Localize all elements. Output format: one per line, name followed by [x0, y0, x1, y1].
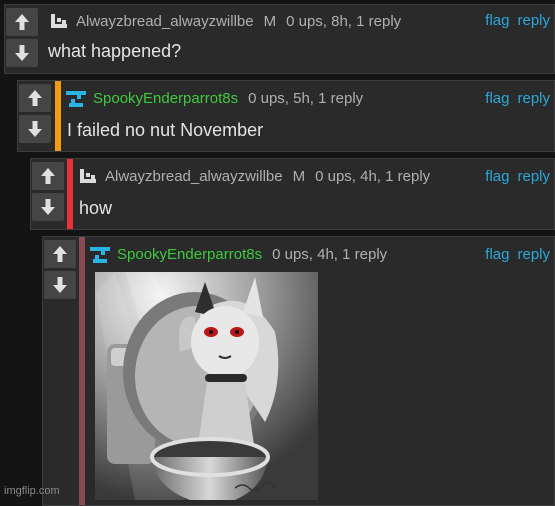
pixel-blue-avatar-icon: [66, 91, 86, 107]
pixel-blue-avatar-icon: [90, 247, 110, 263]
flag-link[interactable]: flag: [485, 12, 509, 29]
pixel-letter-avatar-icon: [51, 14, 67, 28]
comment-text: what happened?: [48, 41, 182, 61]
downvote-button[interactable]: [6, 39, 38, 67]
username-link[interactable]: SpookyEnderparrot8s: [93, 90, 238, 107]
comment-actions: flag reply: [485, 246, 550, 263]
flag-link[interactable]: flag: [485, 246, 509, 263]
arrow-down-icon: [28, 121, 42, 137]
comment-meta: 0 ups, 5h, 1 reply: [248, 89, 364, 107]
comment-3: Alwayzbread_alwayzwillbe M 0 ups, 4h, 1 …: [30, 158, 555, 230]
flag-link[interactable]: flag: [485, 168, 509, 185]
username-link[interactable]: Alwayzbread_alwayzwillbe: [105, 168, 283, 185]
vote-controls: [43, 237, 81, 299]
flag-link[interactable]: flag: [485, 90, 509, 107]
comment-header: SpookyEnderparrot8s 0 ups, 5h, 1 reply: [65, 87, 363, 109]
comment-header: Alwayzbread_alwayzwillbe M 0 ups, 8h, 1 …: [48, 10, 401, 32]
arrow-up-icon: [53, 246, 67, 262]
upvote-button[interactable]: [19, 84, 51, 112]
comment-actions: flag reply: [485, 90, 550, 107]
reply-link[interactable]: reply: [517, 168, 550, 185]
reply-link[interactable]: reply: [517, 90, 550, 107]
comment-text: I failed no nut November: [67, 120, 264, 140]
comment-meta: 0 ups, 4h, 1 reply: [272, 245, 388, 263]
thread-stripe: [55, 81, 61, 151]
username-link[interactable]: Alwayzbread_alwayzwillbe: [76, 13, 254, 30]
downvote-button[interactable]: [44, 271, 76, 299]
downvote-button[interactable]: [19, 115, 51, 143]
comment-2: SpookyEnderparrot8s 0 ups, 5h, 1 reply f…: [17, 80, 555, 152]
downvote-button[interactable]: [32, 193, 64, 221]
upvote-button[interactable]: [6, 8, 38, 36]
vote-controls: [5, 5, 43, 67]
username-link[interactable]: SpookyEnderparrot8s: [117, 246, 262, 263]
watermark-text: imgflip.com: [4, 485, 60, 497]
arrow-up-icon: [28, 90, 42, 106]
comment-meta: 0 ups, 4h, 1 reply: [315, 167, 431, 185]
meme-image[interactable]: [95, 272, 318, 500]
upvote-button[interactable]: [44, 240, 76, 268]
arrow-up-icon: [41, 168, 55, 184]
mod-badge: M: [263, 12, 277, 30]
comment-text: how: [79, 198, 113, 218]
reply-link[interactable]: reply: [517, 12, 550, 29]
vote-controls: [18, 81, 56, 143]
comment-actions: flag reply: [485, 168, 550, 185]
pixel-letter-avatar-icon: [80, 169, 96, 183]
vote-controls: [31, 159, 69, 221]
reply-link[interactable]: reply: [517, 246, 550, 263]
toilet-character-illustration: [95, 272, 318, 500]
comment-1: Alwayzbread_alwayzwillbe M 0 ups, 8h, 1 …: [4, 4, 555, 74]
comment-header: SpookyEnderparrot8s 0 ups, 4h, 1 reply: [89, 243, 387, 265]
comment-header: Alwayzbread_alwayzwillbe M 0 ups, 4h, 1 …: [77, 165, 430, 187]
comment-actions: flag reply: [485, 12, 550, 29]
arrow-down-icon: [41, 199, 55, 215]
arrow-down-icon: [15, 45, 29, 61]
thread-stripe: [67, 159, 73, 229]
arrow-down-icon: [53, 277, 67, 293]
mod-badge: M: [292, 167, 306, 185]
comment-meta: 0 ups, 8h, 1 reply: [286, 12, 402, 30]
arrow-up-icon: [15, 14, 29, 30]
thread-stripe: [79, 237, 85, 505]
upvote-button[interactable]: [32, 162, 64, 190]
